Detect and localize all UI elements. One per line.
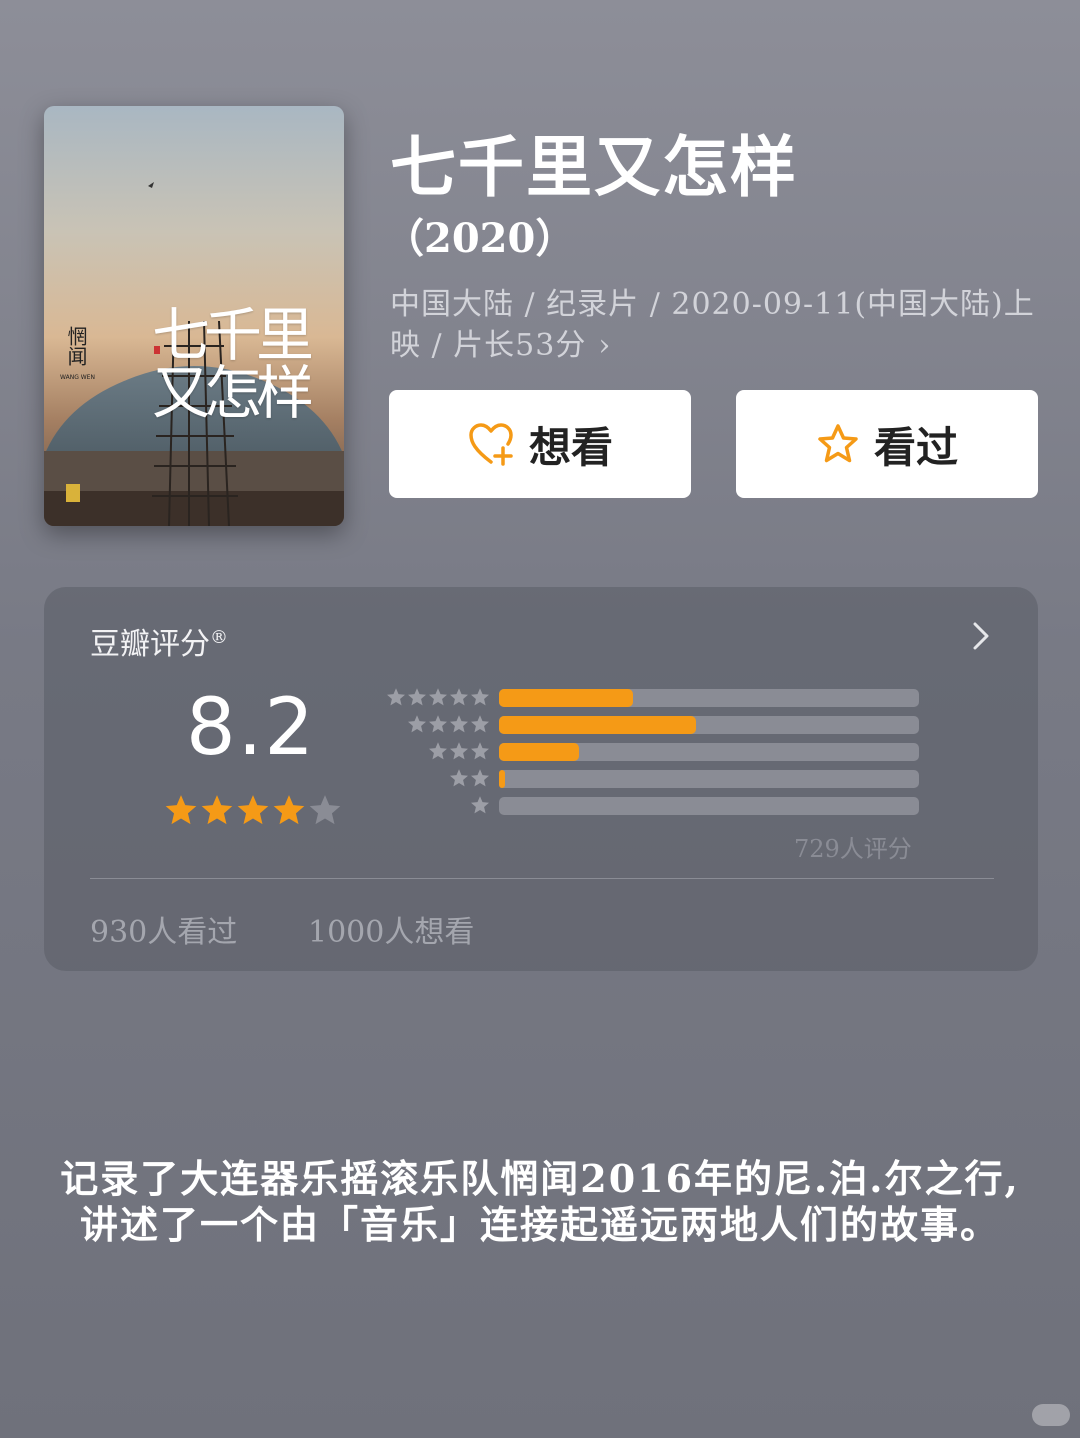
want-to-watch-button[interactable]: 想看 — [389, 390, 691, 498]
poster-title-art: 七千里又怎样 — [152, 301, 314, 427]
star-small-icon — [429, 742, 447, 760]
star-small-icon — [450, 688, 468, 706]
distribution-bar-fill — [499, 716, 697, 734]
rating-score: 8.2 — [186, 683, 317, 773]
poster-band-name: WANG WEN — [60, 374, 95, 381]
distribution-row-1-star — [374, 795, 964, 815]
rating-card[interactable]: 豆瓣评分® 8.2 729人评分 930人看过 1000人想看 — [44, 587, 1038, 971]
star-small-icon — [471, 769, 489, 787]
watermark-logo — [1032, 1404, 1070, 1426]
distribution-bar-track — [499, 716, 919, 734]
star-small-icon — [429, 688, 447, 706]
distribution-row-3-star — [374, 741, 964, 761]
movie-meta[interactable]: 中国大陆 / 纪录片 / 2020-09-11(中国大陆)上映 / 片长53分 › — [390, 284, 1040, 366]
star-small-icon — [471, 715, 489, 733]
want-to-watch-label: 想看 — [528, 422, 613, 472]
star-outline-icon — [818, 424, 858, 463]
star-small-icon — [471, 796, 489, 814]
star-filled-icon — [237, 795, 269, 825]
rating-source-label: 豆瓣评分 — [90, 627, 210, 662]
distribution-stars — [470, 795, 490, 815]
distribution-bar-fill — [499, 743, 579, 761]
star-small-icon — [408, 688, 426, 706]
chevron-right-icon[interactable] — [972, 621, 990, 651]
chevron-right-icon: › — [598, 328, 612, 363]
distribution-bar-fill — [499, 770, 505, 788]
poster-band-logo: 惘闻 — [64, 326, 88, 366]
rating-card-title: 豆瓣评分® — [90, 619, 228, 663]
star-small-icon — [471, 742, 489, 760]
distribution-bar-fill — [499, 689, 634, 707]
score-stars — [164, 793, 342, 827]
movie-year: （2020） — [384, 215, 576, 262]
star-small-icon — [450, 742, 468, 760]
star-small-icon — [387, 688, 405, 706]
distribution-row-2-star — [374, 768, 964, 788]
registered-mark: ® — [210, 627, 228, 648]
distribution-row-4-star — [374, 714, 964, 734]
star-filled-icon — [201, 795, 233, 825]
star-small-icon — [450, 769, 468, 787]
heart-plus-icon — [469, 423, 513, 466]
caption: 记录了大连器乐摇滚乐队惘闻2016年的尼.泊.尔之行, 讲述了一个由「音乐」连接… — [0, 1156, 1080, 1248]
distribution-bar-track — [499, 689, 919, 707]
caption-line-2: 讲述了一个由「音乐」连接起遥远两地人们的故事。 — [79, 1202, 1000, 1247]
watched-label: 看过 — [873, 422, 958, 472]
divider — [90, 878, 994, 879]
want-count[interactable]: 1000人想看 — [308, 907, 474, 951]
star-small-icon — [450, 715, 468, 733]
star-small-icon — [429, 715, 447, 733]
caption-line-1: 记录了大连器乐摇滚乐队惘闻2016年的尼.泊.尔之行, — [60, 1156, 1020, 1201]
distribution-bar-track — [499, 797, 919, 815]
rating-count: 729人评分 — [794, 835, 912, 863]
star-filled-icon — [273, 795, 305, 825]
distribution-stars — [407, 714, 490, 734]
star-empty-icon — [309, 795, 341, 825]
movie-meta-text: 中国大陆 / 纪录片 / 2020-09-11(中国大陆)上映 / 片长53分 — [390, 287, 1035, 363]
distribution-stars — [428, 741, 490, 761]
star-small-icon — [471, 688, 489, 706]
distribution-bar-track — [499, 743, 919, 761]
movie-title: 七千里又怎样 — [390, 128, 798, 206]
distribution-stars — [449, 768, 490, 788]
watched-count[interactable]: 930人看过 — [90, 907, 237, 951]
distribution-row-5-star — [374, 687, 964, 707]
movie-poster[interactable]: 惘闻 WANG WEN 七千里又怎样 — [44, 106, 344, 526]
star-small-icon — [408, 715, 426, 733]
distribution-bar-track — [499, 770, 919, 788]
distribution-stars — [386, 687, 490, 707]
watched-button[interactable]: 看过 — [736, 390, 1038, 498]
star-filled-icon — [165, 795, 197, 825]
